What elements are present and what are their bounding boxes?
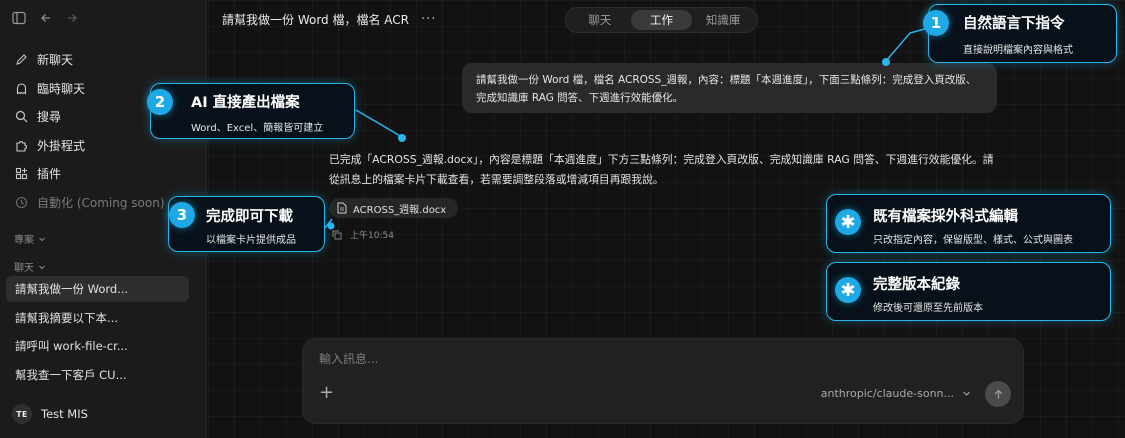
edit-icon [14,52,28,66]
callout-title: AI 直接產出檔案 [191,95,300,111]
message-timestamp: 上午10:54 [350,231,394,241]
callout-badge: 3 [169,202,195,228]
callout-title: 既有檔案採外科式編輯 [873,209,1018,225]
copy-icon[interactable] [332,230,342,240]
sidebar-item-label: 搜尋 [37,109,62,124]
callout-subtitle: 修改後可還原至先前版本 [873,303,983,314]
sidebar-item-label: 插件 [37,166,62,181]
callout-surgical-edit: ✱ 既有檔案採外科式編輯 只改指定內容，保留版型、樣式、公式與圖表 [826,194,1111,253]
callout-ai-output: 2 AI 直接產出檔案 Word、Excel、簡報皆可建立 [147,83,355,139]
chat-list-item[interactable]: 請幫我摘要以下本... [6,305,189,331]
user-profile[interactable]: TE Test MIS [12,404,88,424]
callout-title: 完成即可下載 [206,209,293,225]
callout-subtitle: 只改指定內容，保留版型、樣式、公式與圖表 [873,235,1073,246]
chat-list-item[interactable]: 請幫我做一份 Word... [6,276,189,302]
ghost-icon [14,81,28,95]
add-attachment-button[interactable]: + [319,382,334,403]
search-icon [14,109,28,123]
forward-arrow-icon[interactable] [66,12,78,24]
sidebar-item-automation: 自動化 (Coming soon) [14,192,165,212]
send-button[interactable] [985,381,1011,407]
file-card[interactable]: ACROSS_週報.docx [329,198,459,218]
asterisk-icon: ✱ [835,209,861,235]
callout-title: 完整版本紀錄 [873,277,960,293]
sidebar-item-label: 外掛程式 [37,138,86,153]
chats-section-header[interactable]: 聊天 [14,259,46,274]
message-input[interactable] [319,352,919,366]
file-name: ACROSS_週報.docx [353,204,447,216]
user-message: 請幫我做一份 Word 檔，檔名 ACROSS_週報，內容：標題「本週進度」，下… [462,63,997,113]
mode-tabs: 聊天 工作 知識庫 [565,7,758,33]
chat-list-item[interactable]: 請呼叫 work-file-cr... [6,333,189,359]
sidebar-toggle-icon[interactable] [12,11,26,25]
sidebar-item-label: 新聊天 [37,52,74,67]
sidebar-item-extensions[interactable]: 插件 [14,163,61,183]
chat-list-item[interactable]: 幫我查一下客戶 CU... [6,362,189,388]
sidebar-item-plugins[interactable]: 外掛程式 [14,135,85,155]
callout-version-history: ✱ 完整版本紀錄 修改後可還原至先前版本 [826,262,1111,321]
chevron-down-icon [39,237,45,241]
chat-title: 請幫我做一份 Word 檔，檔名 ACR ··· [222,11,436,28]
callout-download: 3 完成即可下載 以檔案卡片提供成品 [168,196,325,252]
callout-badge: 2 [147,89,173,115]
grid-plus-icon [14,166,28,180]
callout-title: 自然語言下指令 [963,16,1065,32]
user-name: Test MIS [41,407,88,421]
tab-work[interactable]: 工作 [630,10,693,30]
tab-knowledge-base[interactable]: 知識庫 [692,10,754,30]
model-name: anthropic/claude-sonn... [820,387,954,400]
asterisk-icon: ✱ [835,277,861,303]
back-arrow-icon[interactable] [40,12,52,24]
more-options-icon[interactable]: ··· [421,12,436,27]
projects-section-header[interactable]: 專案 [14,231,46,246]
avatar: TE [12,404,32,424]
callout-subtitle: 以檔案卡片提供成品 [206,235,296,246]
callout-subtitle: Word、Excel、簡報皆可建立 [191,123,324,134]
document-icon [337,202,347,214]
chat-title-text: 請幫我做一份 Word 檔，檔名 ACR [222,13,410,27]
clock-icon [14,195,28,209]
arrow-up-icon [994,389,1002,398]
sidebar-item-new-chat[interactable]: 新聊天 [14,49,73,69]
puzzle-icon [14,138,28,152]
chevron-down-icon [39,265,45,269]
message-meta: 上午10:54 [332,228,394,241]
sidebar-item-temp-chat[interactable]: 臨時聊天 [14,78,85,98]
message-composer: + anthropic/claude-sonn... [302,338,1024,424]
model-selector[interactable]: anthropic/claude-sonn... [821,387,971,400]
callout-subtitle: 直接說明檔案內容與格式 [963,45,1073,56]
assistant-message: 已完成「ACROSS_週報.docx」，內容是標題「本週進度」下方三點條列：完成… [329,153,994,186]
callout-natural-language: 1 自然語言下指令 直接說明檔案內容與格式 [923,4,1117,63]
tab-chat[interactable]: 聊天 [569,10,631,30]
sidebar-toolbar [12,11,78,25]
callout-badge: 1 [923,10,949,36]
sidebar-item-search[interactable]: 搜尋 [14,106,61,126]
sidebar-item-label: 臨時聊天 [37,81,86,96]
sidebar-item-label: 自動化 (Coming soon) [37,195,165,210]
chevron-down-icon [963,391,970,396]
